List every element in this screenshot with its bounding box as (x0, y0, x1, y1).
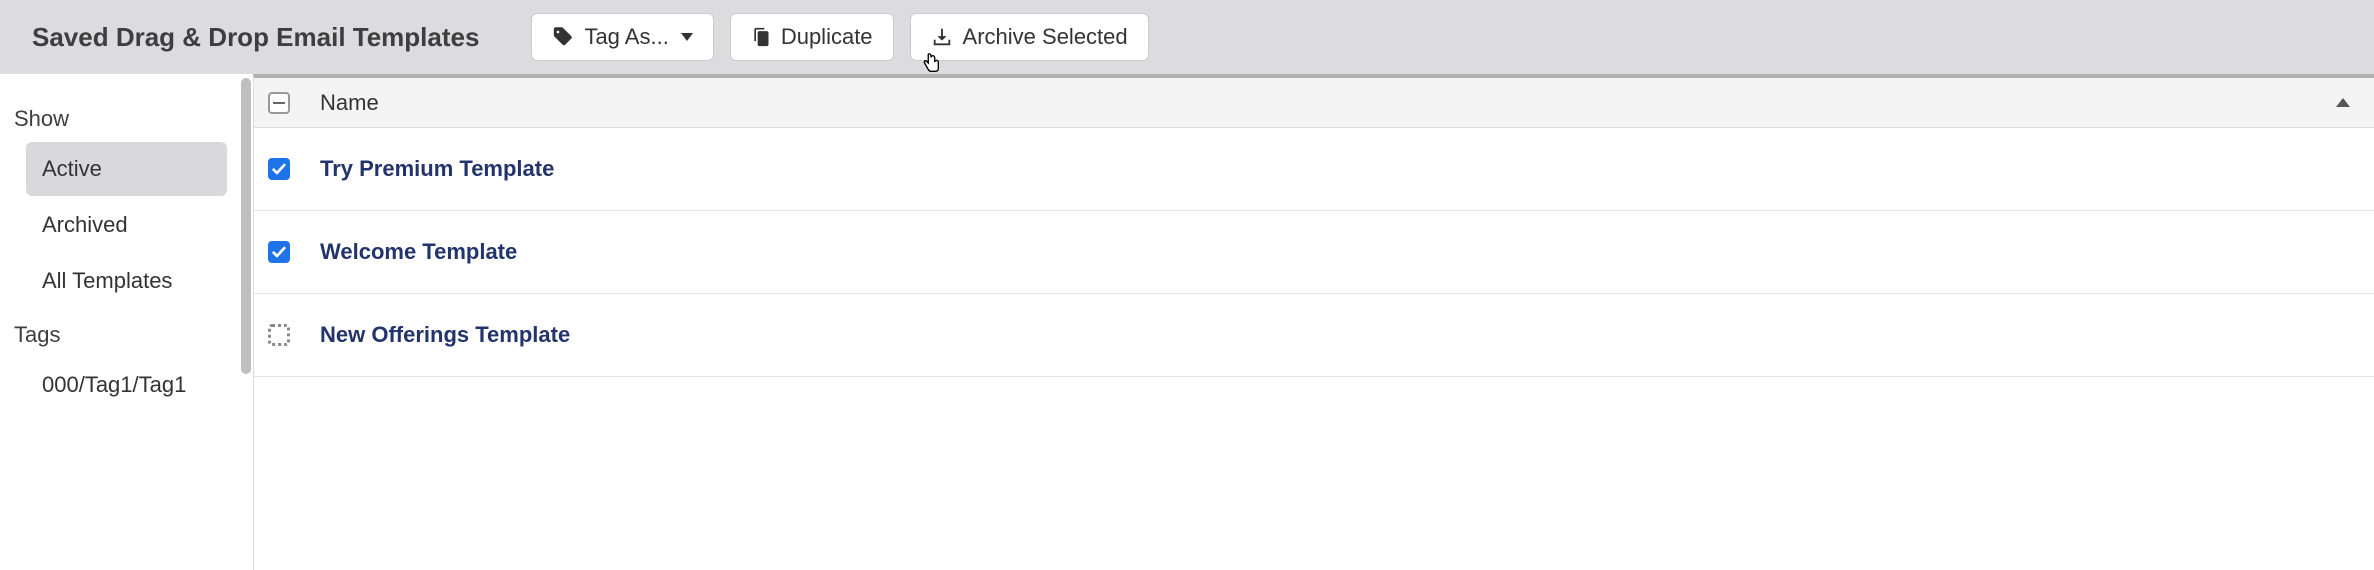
sidebar-item-archived[interactable]: Archived (26, 198, 227, 252)
sidebar-heading-tags: Tags (12, 310, 241, 356)
sidebar: Show ActiveArchivedAll Templates Tags 00… (0, 74, 253, 570)
page-title: Saved Drag & Drop Email Templates (32, 22, 479, 53)
row-checkbox[interactable] (268, 241, 290, 263)
tag-as-button[interactable]: Tag As... (531, 13, 713, 61)
duplicate-label: Duplicate (781, 24, 873, 50)
template-name-link[interactable]: New Offerings Template (320, 322, 570, 348)
select-all-checkbox[interactable] (268, 92, 290, 114)
duplicate-button[interactable]: Duplicate (730, 13, 894, 61)
archive-icon (931, 26, 953, 48)
tag-as-label: Tag As... (584, 24, 668, 50)
page-header: Saved Drag & Drop Email Templates Tag As… (0, 0, 2374, 74)
table-header: Name (254, 78, 2374, 128)
sidebar-tag-item[interactable]: 000/Tag1/Tag1 (26, 358, 227, 412)
sidebar-item-all-templates[interactable]: All Templates (26, 254, 227, 308)
row-checkbox[interactable] (268, 324, 290, 346)
copy-icon (751, 26, 771, 48)
sidebar-heading-show: Show (12, 94, 241, 140)
sidebar-scrollbar[interactable] (241, 78, 251, 374)
sort-asc-icon (2336, 98, 2350, 107)
table-row: Welcome Template (254, 211, 2374, 294)
archive-label: Archive Selected (963, 24, 1128, 50)
template-name-link[interactable]: Welcome Template (320, 239, 517, 265)
row-checkbox[interactable] (268, 158, 290, 180)
table-row: New Offerings Template (254, 294, 2374, 377)
indeterminate-icon (273, 102, 285, 104)
content-area: Show ActiveArchivedAll Templates Tags 00… (0, 74, 2374, 570)
archive-selected-button[interactable]: Archive Selected (910, 13, 1149, 61)
table-row: Try Premium Template (254, 128, 2374, 211)
tag-icon (552, 26, 574, 48)
column-header-name[interactable]: Name (320, 90, 2336, 116)
template-name-link[interactable]: Try Premium Template (320, 156, 554, 182)
toolbar: Tag As... Duplicate Archive Selected (531, 13, 1148, 61)
main-panel: Name Try Premium Template Welcome Templat… (253, 74, 2374, 570)
chevron-down-icon (681, 33, 693, 41)
sidebar-item-active[interactable]: Active (26, 142, 227, 196)
